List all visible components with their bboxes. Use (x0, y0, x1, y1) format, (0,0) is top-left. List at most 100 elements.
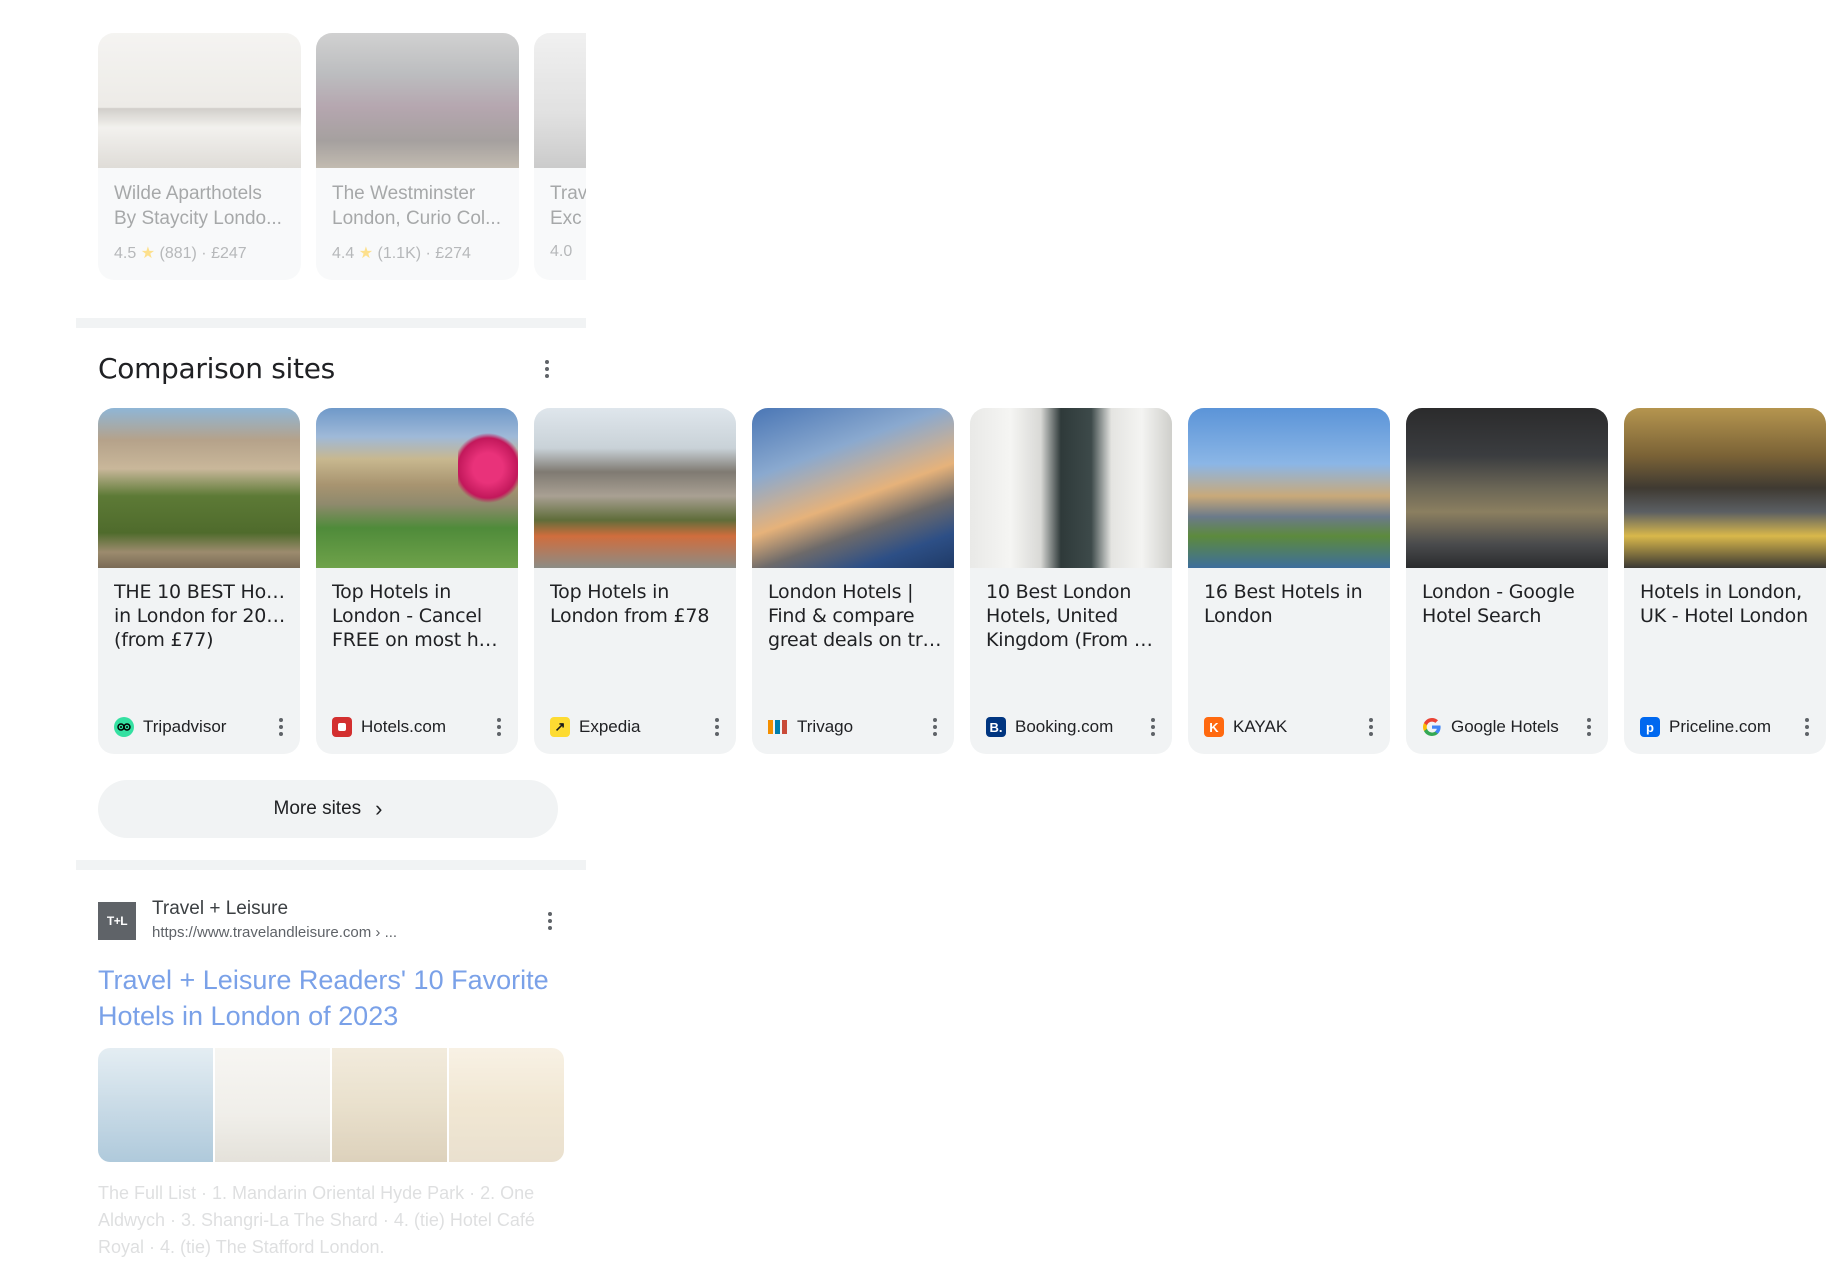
card-footer: B. Booking.com (986, 716, 1162, 738)
comparison-card[interactable]: 10 Best London Hotels, United Kingdom (F… (970, 408, 1172, 754)
result-image (98, 1048, 213, 1162)
hotel-card[interactable]: The Westminster London, Curio Col... 4.4… (316, 33, 519, 280)
more-options-icon[interactable] (1368, 716, 1374, 738)
card-source: Hotels.com (361, 717, 447, 736)
card-title: London Hotels | Find & compare great dea… (768, 580, 942, 652)
star-icon: ★ (358, 245, 374, 262)
card-source: Tripadvisor (143, 717, 227, 736)
card-footer: p Priceline.com (1640, 716, 1816, 738)
hotel-reviews: (1.1K) (377, 245, 422, 262)
kayak-logo-icon: K (1204, 717, 1224, 737)
site-name[interactable]: Travel + Leisure (152, 898, 288, 920)
card-image (752, 408, 954, 568)
hotel-meta: 4.0 (550, 243, 586, 261)
more-options-icon[interactable] (714, 716, 720, 738)
site-url[interactable]: https://www.travelandleisure.com › ... (152, 924, 397, 941)
hotel-name: The Westminster London, Curio Col... (332, 181, 503, 231)
card-title-line: Top Hotels in (550, 581, 670, 603)
more-options-icon[interactable] (278, 716, 284, 738)
hotel-price: £274 (435, 245, 471, 262)
hotel-name: Trav Exc (550, 181, 586, 231)
more-options-icon[interactable] (1804, 716, 1810, 738)
card-title-line: Hotel Search (1422, 605, 1542, 627)
card-title-line: Kingdom (From £... (986, 629, 1160, 651)
card-footer: K KAYAK (1204, 716, 1380, 738)
card-title: THE 10 BEST Hotels in London for 2023 (f… (114, 580, 288, 652)
comparison-card[interactable]: London - Google Hotel Search Google Hote… (1406, 408, 1608, 754)
booking-logo-icon: B. (986, 717, 1006, 737)
comparison-card[interactable]: Top Hotels in London - Cancel FREE on mo… (316, 408, 518, 754)
comparison-card[interactable]: THE 10 BEST Hotels in London for 2023 (f… (98, 408, 300, 754)
card-title-line: FREE on most hot... (332, 629, 506, 651)
card-title-line: Top Hotels in (332, 581, 452, 603)
hotel-card[interactable]: Trav Exc 4.0 (534, 33, 586, 280)
card-title-line: (from £77) (114, 629, 214, 651)
card-title: London - Google Hotel Search (1422, 580, 1596, 628)
hotel-meta: 4.5 ★ (881) · £247 (114, 245, 247, 262)
star-icon: ★ (140, 245, 156, 262)
more-options-icon[interactable] (932, 716, 938, 738)
comparison-carousel: THE 10 BEST Hotels in London for 2023 (f… (98, 408, 1838, 754)
more-options-icon[interactable] (1586, 716, 1592, 738)
more-options-icon[interactable] (496, 716, 502, 738)
card-title-line: 10 Best London (986, 581, 1132, 603)
hotel-name-line: Wilde Aparthotels (114, 183, 262, 204)
card-title: 16 Best Hotels in London (1204, 580, 1378, 628)
hotel-name: Wilde Aparthotels By Staycity Londo... (114, 181, 285, 231)
comparison-card[interactable]: Hotels in London, UK - Hotel London p Pr… (1624, 408, 1826, 754)
hotel-name-line: Exc (550, 208, 582, 229)
card-image (970, 408, 1172, 568)
hotel-reviews: (881) (159, 245, 197, 262)
card-source: Booking.com (1015, 717, 1114, 736)
card-image (1406, 408, 1608, 568)
card-title: Top Hotels in London from £78 (550, 580, 724, 628)
more-options-icon[interactable] (544, 358, 550, 380)
hotel-card[interactable]: Wilde Aparthotels By Staycity Londo... 4… (98, 33, 301, 280)
result-image-strip[interactable] (98, 1048, 564, 1162)
hotel-rating: 4.4 (332, 245, 355, 262)
priceline-logo-icon: p (1640, 717, 1660, 737)
card-title-line: London Hotels | (768, 581, 914, 603)
hotel-rating: 4.5 (114, 245, 137, 262)
card-title-line: in London for 2023 (114, 605, 288, 627)
hotel-price: £247 (211, 245, 247, 262)
section-divider (76, 318, 586, 328)
tripadvisor-logo-icon (114, 717, 134, 737)
google-logo-icon (1422, 717, 1442, 737)
card-image (1188, 408, 1390, 568)
hotel-meta: 4.4 ★ (1.1K) · £274 (332, 245, 471, 262)
hotels-panel: Wilde Aparthotels By Staycity Londo... 4… (76, 0, 586, 318)
trivago-logo-icon (768, 717, 788, 737)
card-title-line: London - Cancel (332, 605, 482, 627)
section-divider (76, 860, 586, 870)
more-options-icon[interactable] (1150, 716, 1156, 738)
card-title-line: Hotels in London, (1640, 581, 1802, 603)
hotel-rating: 4.0 (550, 243, 573, 260)
comparison-card[interactable]: Top Hotels in London from £78 ↗ Expedia (534, 408, 736, 754)
card-title: 10 Best London Hotels, United Kingdom (F… (986, 580, 1160, 652)
result-snippet: The Full List · 1. Mandarin Oriental Hyd… (98, 1183, 535, 1257)
more-options-icon[interactable] (547, 910, 553, 932)
card-footer: Hotels.com (332, 716, 508, 738)
card-title-line: great deals on tri... (768, 629, 942, 651)
hotel-carousel: Wilde Aparthotels By Staycity Londo... 4… (98, 33, 586, 280)
card-footer: Google Hotels (1422, 716, 1598, 738)
more-sites-button[interactable]: More sites › (98, 780, 558, 838)
result-title-link[interactable]: Travel + Leisure Readers' 10 Favorite Ho… (98, 962, 558, 1034)
more-sites-label: More sites (273, 798, 362, 819)
comparison-card[interactable]: London Hotels | Find & compare great dea… (752, 408, 954, 754)
hotels-logo-icon (332, 717, 352, 737)
hotel-image (316, 33, 519, 168)
card-title: Hotels in London, UK - Hotel London (1640, 580, 1814, 628)
hotel-image (534, 33, 586, 168)
comparison-card[interactable]: 16 Best Hotels in London K KAYAK (1188, 408, 1390, 754)
hotel-name-line: By Staycity Londo... (114, 208, 282, 229)
hotel-image (98, 33, 301, 168)
result-image (332, 1048, 447, 1162)
card-title-line: London from £78 (550, 605, 710, 627)
card-title-line: UK - Hotel London (1640, 605, 1808, 627)
card-title: Top Hotels in London - Cancel FREE on mo… (332, 580, 506, 652)
card-source: KAYAK (1233, 717, 1288, 736)
chevron-right-icon: › (375, 796, 383, 821)
card-source: Priceline.com (1669, 717, 1772, 736)
